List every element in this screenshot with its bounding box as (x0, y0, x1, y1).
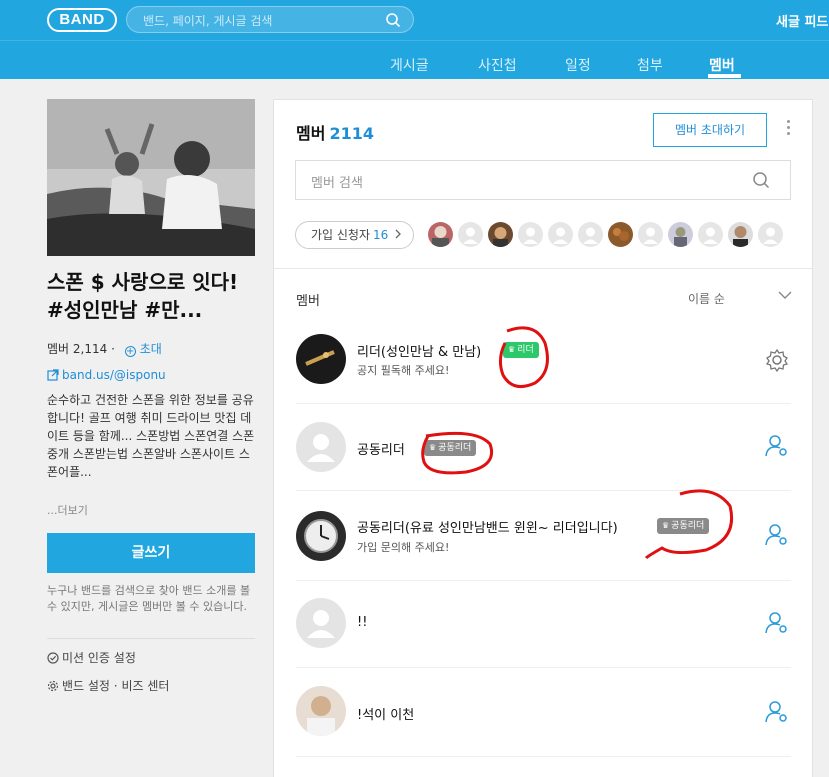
leader-badge: ♛ 리더 (503, 342, 539, 358)
applicants-count: 16 (373, 228, 389, 242)
global-search-input[interactable]: 밴드, 페이지, 게시글 검색 (126, 6, 414, 33)
top-header: BAND 밴드, 페이지, 게시글 검색 새글 피드 (0, 0, 829, 40)
member-status: 가입 문의해 주세요! (357, 541, 450, 554)
search-icon[interactable] (752, 171, 770, 189)
search-icon[interactable] (385, 12, 401, 28)
member-avatar[interactable] (296, 511, 346, 561)
applicant-avatar[interactable] (428, 222, 453, 247)
row-divider (296, 580, 791, 581)
applicant-avatar[interactable] (728, 222, 753, 247)
member-setting-icon[interactable] (764, 522, 790, 548)
tab-attachments[interactable]: 첨부 (637, 55, 663, 75)
member-name[interactable]: !! (357, 615, 367, 630)
member-avatar[interactable] (296, 334, 346, 384)
member-name[interactable]: 리더(성인만남 & 만남) (357, 341, 481, 360)
section-divider (274, 268, 812, 269)
new-post-feed-link[interactable]: 새글 피드 (776, 11, 828, 30)
biz-center-link[interactable]: 비즈 센터 (121, 679, 169, 693)
member-avatar[interactable] (296, 422, 346, 472)
band-setting-link[interactable]: 밴드 설정 (62, 679, 110, 693)
member-setting-icon[interactable] (764, 610, 790, 636)
tab-photos[interactable]: 사진첩 (478, 55, 517, 75)
applicant-avatar[interactable] (518, 222, 543, 247)
band-cover-image[interactable] (47, 99, 255, 256)
member-search-placeholder: 멤버 검색 (311, 176, 363, 191)
external-link-icon (47, 369, 59, 381)
row-divider (296, 490, 791, 491)
applicant-avatar[interactable] (578, 222, 603, 247)
gear-icon[interactable] (764, 347, 790, 373)
applicant-avatar[interactable] (608, 222, 633, 247)
row-divider (296, 756, 791, 757)
band-member-count: 멤버 2,114 · + 초대 (47, 342, 162, 357)
global-search-placeholder: 밴드, 페이지, 게시글 검색 (143, 14, 273, 28)
coleader-badge-text: 공동리더 (671, 521, 705, 531)
invite-link[interactable]: 초대 (140, 342, 162, 356)
mission-setting-label: 미션 인증 설정 (62, 651, 136, 665)
member-search-input[interactable]: 멤버 검색 (295, 160, 791, 200)
invite-member-button[interactable]: 멤버 초대하기 (653, 113, 767, 147)
more-vertical-icon[interactable] (787, 120, 791, 140)
band-url-text: band.us/@isponu (62, 368, 166, 382)
tab-schedule[interactable]: 일정 (565, 55, 591, 75)
crown-icon: ♛ (662, 521, 670, 530)
band-privacy-notice: 누구나 밴드를 검색으로 찾아 밴드 소개를 볼 수 있지만, 게시글은 멤버만… (47, 584, 251, 613)
applicant-avatar[interactable] (488, 222, 513, 247)
mission-setting-link[interactable]: 미션 인증 설정 (47, 649, 136, 666)
applicant-avatar[interactable] (458, 222, 483, 247)
coleader-badge: ♛ 공동리더 (657, 518, 710, 534)
member-avatar[interactable] (296, 686, 346, 736)
sort-selector[interactable]: 이름 순 (688, 290, 725, 307)
chevron-right-icon (395, 229, 402, 239)
sidebar-divider (47, 638, 255, 639)
applicants-label: 가입 신청자 (311, 228, 371, 242)
band-title: 스폰 $ 사랑으로 잇다! #성인만남 #만... (47, 270, 239, 322)
members-panel (273, 99, 813, 777)
applicant-avatar[interactable] (548, 222, 573, 247)
applicant-avatar[interactable] (698, 222, 723, 247)
tab-members[interactable]: 멤버 (709, 55, 735, 75)
write-post-button[interactable]: 글쓰기 (47, 533, 255, 573)
applicant-avatar[interactable] (638, 222, 663, 247)
active-tab-indicator (708, 74, 741, 78)
band-setting-row: 밴드 설정 · 비즈 센터 (47, 677, 169, 694)
member-avatar[interactable] (296, 598, 346, 648)
join-applicants-button[interactable]: 가입 신청자 16 (295, 221, 414, 249)
member-count-text: 멤버 2,114 (47, 342, 108, 356)
row-divider (296, 667, 791, 668)
member-name[interactable]: !석이 이천 (357, 704, 414, 723)
applicant-avatar[interactable] (758, 222, 783, 247)
member-setting-icon[interactable] (764, 433, 790, 459)
crown-icon: ♛ (508, 345, 516, 354)
band-logo[interactable]: BAND (47, 8, 117, 32)
coleader-badge: ♛ 공동리더 (424, 440, 477, 456)
members-title-text: 멤버 (296, 124, 326, 143)
chevron-down-icon[interactable] (778, 290, 792, 300)
member-name[interactable]: 공동리더(유료 성인만남밴드 윈윈~ 리더입니다) (357, 517, 618, 536)
applicant-avatar[interactable] (668, 222, 693, 247)
band-description: 순수하고 건전한 스폰을 위한 정보를 공유합니다! 골프 여행 취미 드라이브… (47, 393, 255, 479)
members-total-count: 2114 (329, 124, 374, 143)
member-name[interactable]: 공동리더 (357, 439, 405, 458)
crown-icon: ♛ (429, 443, 437, 452)
plus-circle-icon: + (124, 346, 136, 357)
row-divider (296, 403, 791, 404)
tab-posts[interactable]: 게시글 (390, 55, 429, 75)
more-link[interactable]: ...더보기 (47, 502, 88, 518)
band-nav: 게시글 사진첩 일정 첨부 멤버 (0, 40, 829, 79)
members-panel-title: 멤버 2114 (296, 120, 374, 144)
band-url-link[interactable]: band.us/@isponu (47, 368, 166, 382)
member-list-header: 멤버 (296, 294, 320, 309)
coleader-badge-text: 공동리더 (438, 443, 472, 453)
member-status: 공지 필독해 주세요! (357, 364, 450, 377)
leader-badge-text: 리더 (517, 345, 534, 355)
check-circle-icon (47, 652, 59, 664)
gear-icon (47, 680, 59, 692)
member-setting-icon[interactable] (764, 699, 790, 725)
